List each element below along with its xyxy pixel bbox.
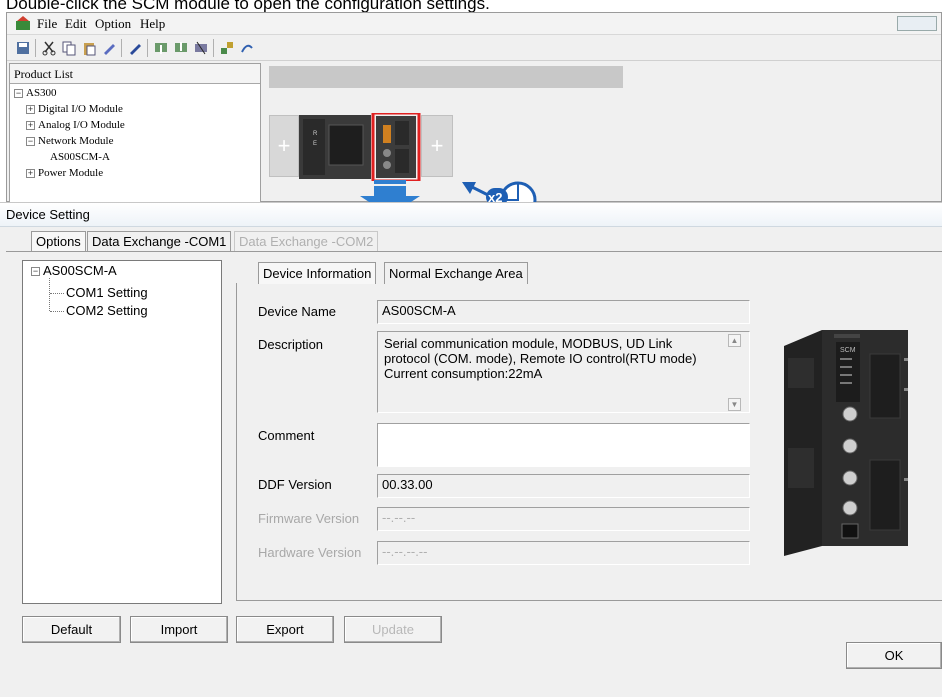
tab-options[interactable]: Options bbox=[31, 231, 86, 252]
scan-icon[interactable] bbox=[193, 40, 209, 56]
description-line: protocol (COM. mode), Remote IO control(… bbox=[384, 351, 697, 366]
description-field: Serial communication module, MODBUS, UD … bbox=[377, 331, 750, 413]
upload-icon[interactable] bbox=[173, 40, 189, 56]
connect-icon[interactable] bbox=[219, 40, 235, 56]
cut-icon[interactable] bbox=[41, 40, 57, 56]
setting-tree: − AS00SCM-A COM1 Setting COM2 Setting bbox=[22, 260, 222, 604]
edit-icon[interactable] bbox=[101, 40, 117, 56]
import-button[interactable]: Import bbox=[130, 616, 228, 643]
tree-item-network-module[interactable]: Network Module bbox=[38, 135, 113, 147]
menu-help[interactable]: Help bbox=[140, 16, 165, 32]
comment-label: Comment bbox=[258, 428, 315, 443]
menu-file[interactable]: File bbox=[37, 16, 57, 32]
svg-text:E: E bbox=[313, 141, 317, 147]
tab-panel-border bbox=[6, 251, 942, 252]
device-name-label: Device Name bbox=[258, 304, 337, 319]
window-controls[interactable] bbox=[897, 16, 937, 31]
copy-icon[interactable] bbox=[61, 40, 77, 56]
description-line: Current consumption:22mA bbox=[384, 366, 543, 381]
description-line: Serial communication module, MODBUS, UD … bbox=[384, 336, 673, 351]
ddf-version-label: DDF Version bbox=[258, 477, 332, 492]
app-logo-icon bbox=[16, 16, 30, 30]
hardware-version-label: Hardware Version bbox=[258, 545, 362, 560]
rack-slot-left[interactable]: + bbox=[269, 115, 299, 177]
export-button[interactable]: Export bbox=[236, 616, 334, 643]
tree-item-analog-io[interactable]: Analog I/O Module bbox=[38, 119, 125, 131]
svg-text:R: R bbox=[313, 131, 318, 137]
product-list-panel: Product List − AS300 + Digital I/O Modul… bbox=[9, 63, 261, 203]
tree-item-power-module[interactable]: Power Module bbox=[38, 167, 103, 179]
menu-option[interactable]: Option bbox=[95, 16, 131, 32]
update-button[interactable]: Update bbox=[344, 616, 442, 643]
collapse-icon[interactable]: − bbox=[26, 137, 35, 146]
ok-button[interactable]: OK bbox=[846, 642, 942, 669]
tree-item-com2-setting[interactable]: COM2 Setting bbox=[66, 303, 148, 318]
menu-edit[interactable]: Edit bbox=[65, 16, 87, 32]
tab-normal-exchange-area[interactable]: Normal Exchange Area bbox=[384, 262, 528, 284]
scm-module-image: SCM bbox=[784, 330, 908, 556]
scroll-down-icon[interactable]: ▼ bbox=[728, 398, 741, 411]
description-label: Description bbox=[258, 337, 324, 352]
ddf-version-field: 00.33.00 bbox=[377, 474, 750, 498]
rack-title-bar bbox=[269, 66, 623, 88]
link-icon[interactable] bbox=[239, 40, 255, 56]
paste-icon[interactable] bbox=[81, 40, 97, 56]
default-button[interactable]: Default bbox=[22, 616, 121, 643]
rack-slot-right[interactable]: + bbox=[421, 115, 453, 177]
hardware-version-field: --.--.--.-- bbox=[377, 541, 750, 565]
download-icon[interactable] bbox=[153, 40, 169, 56]
tab-data-exchange-com1[interactable]: Data Exchange -COM1 bbox=[87, 231, 232, 252]
tree-root-as300[interactable]: AS300 bbox=[26, 87, 57, 99]
module-label: SCM bbox=[840, 347, 856, 354]
tab-device-information[interactable]: Device Information bbox=[258, 262, 377, 284]
menu-bar: File Edit Option Help bbox=[7, 13, 941, 35]
device-name-field: AS00SCM-A bbox=[377, 300, 750, 324]
tree-item-com1-setting[interactable]: COM1 Setting bbox=[66, 285, 148, 300]
rack-modules[interactable]: R E bbox=[299, 113, 421, 181]
firmware-version-field: --.--.-- bbox=[377, 507, 750, 531]
collapse-icon[interactable]: − bbox=[14, 89, 23, 98]
tree-item-digital-io[interactable]: Digital I/O Module bbox=[38, 103, 123, 115]
comment-input[interactable] bbox=[377, 423, 750, 467]
toolbar bbox=[7, 35, 941, 61]
tab-data-exchange-com2[interactable]: Data Exchange -COM2 bbox=[234, 231, 379, 252]
tree-item-as00scm[interactable]: AS00SCM-A bbox=[50, 151, 110, 163]
expand-icon[interactable]: + bbox=[26, 169, 35, 178]
expand-icon[interactable]: + bbox=[26, 105, 35, 114]
tree-root-as00scm[interactable]: AS00SCM-A bbox=[43, 263, 117, 278]
product-list-header: Product List bbox=[10, 64, 260, 84]
expand-icon[interactable]: + bbox=[26, 121, 35, 130]
dialog-title: Device Setting bbox=[0, 203, 942, 227]
collapse-icon[interactable]: − bbox=[31, 267, 40, 276]
save-icon[interactable] bbox=[15, 40, 31, 56]
firmware-version-label: Firmware Version bbox=[258, 511, 360, 526]
scroll-up-icon[interactable]: ▲ bbox=[728, 334, 741, 347]
pencil-icon[interactable] bbox=[127, 40, 143, 56]
